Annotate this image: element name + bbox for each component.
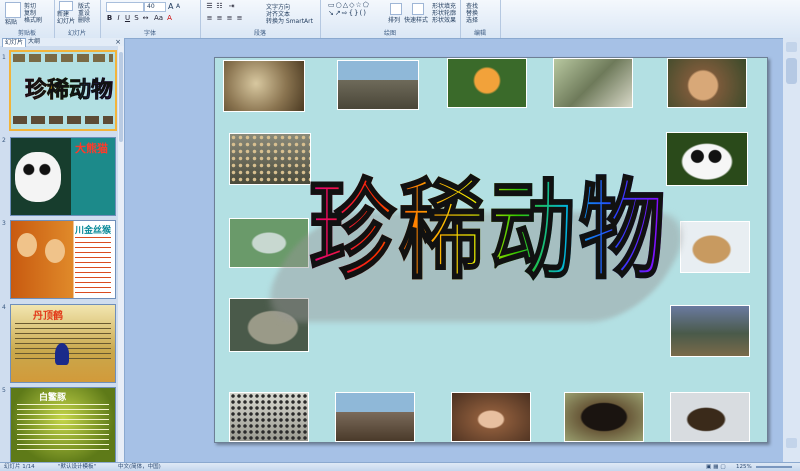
golden-monkey-photo	[17, 233, 37, 257]
slide-thumbnail-5[interactable]: 白鳘豚	[10, 387, 116, 466]
vertical-scrollbar[interactable]	[783, 38, 800, 462]
slides-group: 新建 幻灯片 版式 重设 删除 幻灯片	[54, 0, 101, 38]
pane-scroll-thumb[interactable]	[119, 52, 123, 142]
photo-lynx[interactable]	[680, 221, 750, 273]
tab-outline[interactable]: 大纲	[26, 38, 42, 46]
thumb-title: 白鳘豚	[39, 393, 67, 403]
spacing-icon[interactable]: ↔	[142, 15, 149, 22]
slide-number: 3	[2, 220, 6, 227]
slides-pane: 幻灯片 大纲 × 1 珍稀动物 2 大熊猫 3 川金丝猴 4 丹顶鹤 5 白鳘豚	[0, 38, 125, 466]
slide-number: 4	[2, 304, 6, 311]
new-slide-icon[interactable]	[59, 1, 73, 11]
slide-number: 1	[2, 54, 6, 61]
smartart-button[interactable]: 转换为 SmartArt	[266, 16, 313, 25]
align-center-icon[interactable]: ≡	[216, 15, 223, 22]
thumb-photo-row	[13, 116, 113, 124]
panda-photo	[15, 152, 61, 202]
slides-label: 幻灯片	[67, 30, 86, 37]
grow-font-icon[interactable]: A	[168, 2, 173, 11]
paste-icon[interactable]	[5, 2, 21, 18]
shrink-font-icon[interactable]: A	[176, 3, 180, 10]
thumb-photo-row	[13, 54, 113, 62]
paste-button[interactable]: 粘贴	[5, 17, 17, 26]
pane-scrollbar[interactable]	[118, 46, 124, 462]
slide-number: 2	[2, 137, 6, 144]
thumb-text-lines	[17, 404, 109, 454]
slide-thumbnail-4[interactable]: 丹顶鹤	[10, 304, 116, 383]
thumb-text-lines	[75, 237, 111, 293]
shapes-gallery[interactable]: ▭○△◇☆⬠	[328, 1, 370, 9]
photo-ape[interactable]	[451, 392, 531, 442]
photo-elephant-2[interactable]	[335, 392, 415, 442]
zoom-slider[interactable]	[756, 466, 792, 468]
arrange-button[interactable]: 排列	[388, 15, 400, 24]
photo-goats[interactable]	[670, 305, 750, 357]
shape-effects-button[interactable]: 形状效果	[432, 15, 456, 24]
photo-macaque[interactable]	[667, 58, 747, 108]
italic-icon[interactable]: I	[115, 15, 122, 22]
paragraph-label: 段落	[253, 30, 266, 37]
ribbon: 粘贴 剪切 复制 格式刷 剪贴板 新建 幻灯片 版式 重设 删除 幻灯片 40 …	[0, 0, 800, 39]
photo-lemur[interactable]	[447, 58, 527, 108]
paragraph-group: ☰ ☷ ⇥ ≡ ≡ ≡ ≡ 文字方向 对齐文本 转换为 SmartArt 段落	[200, 0, 321, 38]
quick-styles-icon[interactable]	[412, 3, 424, 15]
format-painter-button[interactable]: 格式刷	[24, 15, 42, 24]
font-group: 40 A A B I U S ↔ Aa A 字体	[100, 0, 201, 38]
close-icon[interactable]: ×	[115, 38, 121, 46]
font-label: 字体	[143, 30, 156, 37]
photo-snow-leopard[interactable]	[229, 392, 309, 442]
slide-thumbnail-2[interactable]: 大熊猫	[10, 137, 116, 216]
drawing-label: 绘图	[383, 30, 396, 37]
align-right-icon[interactable]: ≡	[226, 15, 233, 22]
bullets-icon[interactable]: ☰	[206, 3, 213, 10]
photo-manul[interactable]	[223, 60, 305, 112]
photo-monkeys[interactable]	[553, 58, 633, 108]
font-size-select[interactable]: 40	[144, 2, 166, 12]
numbering-icon[interactable]: ☷	[216, 3, 223, 10]
font-color-icon[interactable]: A	[166, 15, 173, 22]
photo-elephant[interactable]	[337, 60, 419, 110]
photo-sea-lion[interactable]	[670, 392, 750, 442]
thumb-title: 大熊猫	[75, 142, 108, 155]
select-button[interactable]: 选择	[466, 15, 478, 24]
photo-leopard[interactable]	[229, 133, 311, 185]
photo-panda[interactable]	[666, 132, 748, 186]
pane-tabs: 幻灯片 大纲 ×	[0, 38, 124, 47]
scroll-down-button[interactable]	[786, 438, 797, 448]
thumb-title: 珍稀动物	[25, 72, 114, 104]
thumb-title: 川金丝猴	[75, 226, 112, 236]
font-size-value: 40	[147, 3, 155, 10]
justify-icon[interactable]: ≡	[236, 15, 243, 22]
slide-number: 5	[2, 387, 6, 394]
crane-photo	[55, 343, 69, 365]
align-left-icon[interactable]: ≡	[206, 15, 213, 22]
drawing-group: ▭○△◇☆⬠ ↘↗⇨{}() 排列 快速样式 形状填充 形状轮廓 形状效果 绘图	[320, 0, 461, 38]
photo-bear[interactable]	[564, 392, 644, 442]
thumb-title: 丹顶鹤	[33, 311, 63, 322]
case-icon[interactable]: Aa	[154, 15, 163, 22]
editing-label: 编辑	[473, 30, 486, 37]
strikethrough-icon[interactable]: S	[133, 15, 140, 22]
slide-thumbnail-3[interactable]: 川金丝猴	[10, 220, 116, 299]
quick-styles-button[interactable]: 快速样式	[404, 15, 428, 24]
slide-thumbnail-1[interactable]: 珍稀动物	[9, 50, 117, 131]
arrange-icon[interactable]	[390, 3, 402, 15]
bold-icon[interactable]: B	[106, 15, 113, 22]
scroll-up-button[interactable]	[786, 42, 797, 52]
shapes-gallery-row2[interactable]: ↘↗⇨{}()	[328, 9, 367, 17]
clipboard-label: 剪贴板	[17, 30, 36, 37]
underline-icon[interactable]: U	[124, 15, 131, 22]
delete-slide-button[interactable]: 删除	[78, 15, 90, 24]
editing-group: 查找 替换 选择 编辑	[460, 0, 501, 38]
scroll-thumb[interactable]	[786, 58, 797, 84]
tab-slides[interactable]: 幻灯片	[2, 38, 27, 47]
clipboard-group: 粘贴 剪切 复制 格式刷 剪贴板	[0, 0, 55, 38]
slide-title[interactable]: 珍稀动物	[308, 162, 669, 300]
font-name-select[interactable]	[106, 2, 144, 12]
new-slide-button[interactable]: 新建 幻灯片	[57, 11, 75, 25]
indent-icon[interactable]: ⇥	[228, 3, 235, 10]
slide-canvas[interactable]: 珍稀动物	[214, 57, 768, 443]
